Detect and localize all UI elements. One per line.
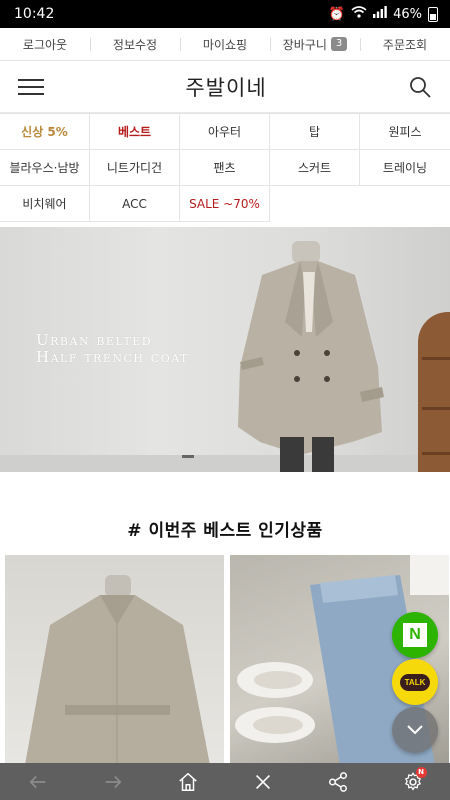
back-button[interactable]	[18, 767, 58, 797]
product-image-trench	[25, 575, 210, 765]
category-blouse[interactable]: 블라우스·남방	[0, 150, 90, 186]
category-grid: 신상 5% 베스트 아우터 탑 원피스 블라우스·남방 니트가디건 팬츠 스커트…	[0, 113, 450, 222]
top-links: 로그아웃 정보수정 마이쇼핑 장바구니 3 주문조회	[0, 28, 450, 61]
banner-dot[interactable]	[218, 455, 230, 458]
arrow-right-icon	[105, 775, 122, 788]
category-pants[interactable]: 팬츠	[180, 150, 270, 186]
product-card[interactable]	[5, 555, 224, 765]
status-icons: ⏰ 46%	[329, 6, 438, 22]
category-empty	[270, 186, 360, 222]
hero-banner[interactable]: Urban belted Half trench coat	[0, 227, 450, 472]
category-top[interactable]: 탑	[270, 114, 360, 150]
settings-new-badge: N	[415, 766, 427, 778]
close-icon	[255, 774, 270, 789]
close-button[interactable]	[243, 767, 283, 797]
category-outer[interactable]: 아우터	[180, 114, 270, 150]
edit-profile-label: 정보수정	[112, 37, 158, 52]
share-button[interactable]	[318, 767, 358, 797]
banner-dot[interactable]	[206, 455, 218, 458]
my-shopping-link[interactable]: 마이쇼핑	[180, 36, 270, 53]
naver-icon: N	[403, 623, 427, 647]
settings-button[interactable]: N	[393, 766, 433, 797]
share-icon	[328, 771, 347, 792]
logout-link[interactable]: 로그아웃	[0, 36, 90, 53]
kakao-talk-button[interactable]: TALK	[392, 659, 438, 705]
banner-pagination[interactable]	[182, 455, 230, 458]
category-knit[interactable]: 니트가디건	[90, 150, 180, 186]
product-list	[5, 555, 450, 765]
signal-icon	[373, 6, 387, 22]
banner-line-2: Half trench coat	[36, 348, 189, 366]
wooden-shelf-decor	[418, 312, 450, 472]
category-training[interactable]: 트레이닝	[360, 150, 450, 186]
naver-talk-button[interactable]: N	[392, 612, 438, 658]
cart-count-badge: 3	[330, 37, 348, 51]
menu-icon[interactable]	[18, 78, 44, 95]
home-button[interactable]	[168, 767, 208, 797]
category-acc[interactable]: ACC	[90, 186, 180, 222]
category-skirt[interactable]: 스커트	[270, 150, 360, 186]
edit-profile-link[interactable]: 정보수정	[90, 36, 180, 53]
site-logo[interactable]: 주발이네	[185, 72, 266, 102]
category-new[interactable]: 신상 5%	[0, 114, 90, 150]
wifi-icon	[351, 6, 367, 22]
cart-label: 장바구니	[282, 37, 327, 52]
my-shopping-label: 마이쇼핑	[202, 37, 248, 52]
kakao-talk-icon: TALK	[399, 673, 431, 691]
order-lookup-link[interactable]: 주문조회	[360, 36, 450, 53]
home-icon	[178, 772, 197, 791]
category-empty	[360, 186, 450, 222]
banner-caption: Urban belted Half trench coat	[36, 332, 189, 366]
alarm-icon: ⏰	[328, 6, 346, 22]
arrow-left-icon	[28, 775, 45, 788]
category-beachwear[interactable]: 비치웨어	[0, 186, 90, 222]
banner-dot[interactable]	[194, 455, 206, 458]
site-header: 주발이네	[0, 61, 450, 113]
scroll-down-button[interactable]	[392, 707, 438, 753]
category-sale[interactable]: SALE ~70%	[180, 186, 270, 222]
category-best[interactable]: 베스트	[90, 114, 180, 150]
status-bar: 10:42 ⏰ 46%	[0, 0, 450, 28]
battery-icon	[428, 6, 438, 22]
battery-text: 46%	[393, 6, 422, 22]
chevron-down-icon	[407, 725, 423, 735]
category-onepiece[interactable]: 원피스	[360, 114, 450, 150]
logout-label: 로그아웃	[22, 37, 68, 52]
forward-button[interactable]	[93, 767, 133, 797]
search-icon[interactable]	[408, 75, 432, 99]
cart-link[interactable]: 장바구니 3	[270, 36, 360, 53]
status-time: 10:42	[14, 6, 55, 22]
banner-dot[interactable]	[182, 455, 194, 458]
order-lookup-label: 주문조회	[382, 37, 428, 52]
browser-bottom-nav: N	[0, 763, 450, 800]
best-products-title: # 이번주 베스트 인기상품	[127, 521, 323, 541]
banner-line-1: Urban belted	[36, 331, 153, 349]
